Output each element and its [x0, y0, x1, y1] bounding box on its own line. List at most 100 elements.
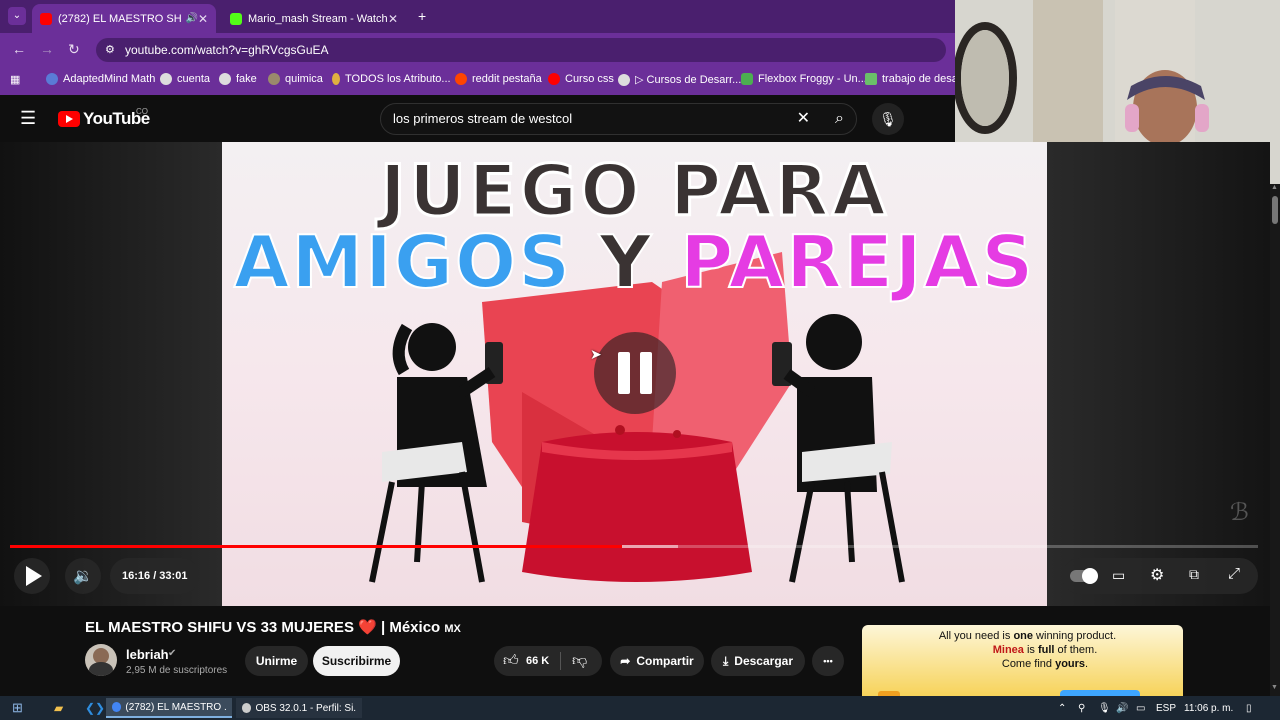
like-divider	[560, 652, 561, 670]
volume-button[interactable]: 🔉	[65, 558, 101, 594]
start-icon[interactable]: ⊞	[6, 698, 29, 718]
subtitles-icon[interactable]: ▭	[1112, 567, 1125, 584]
bookmark-item[interactable]: Flexbox Froggy - Un...	[741, 73, 867, 85]
flag-code: MX	[444, 623, 461, 635]
ad-text: All you need is	[938, 630, 1014, 642]
autoplay-toggle[interactable]	[1070, 568, 1098, 584]
video-title-text: EL MAESTRO SHIFU VS 33 MUJERES	[85, 619, 354, 636]
verified-icon: ✔	[168, 648, 177, 659]
bookmark-item[interactable]: Curso css	[548, 73, 614, 85]
voice-search-icon[interactable]: 🎙	[872, 103, 904, 135]
scroll-up-icon[interactable]: ▲	[1271, 184, 1278, 191]
search-input[interactable]: los primeros stream de westcol ✕ ⌕	[380, 103, 857, 135]
video-title-suffix: | México	[380, 619, 441, 636]
ad-line-2: Minea is full of them.	[862, 644, 1183, 656]
video-player[interactable]: JUEGO PARA AMIGOS Y PAREJAS ➤ ℬ	[0, 142, 1270, 606]
speaker-icon[interactable]: 🔊	[185, 13, 197, 24]
channel-name[interactable]: lebriah	[126, 647, 169, 662]
back-icon[interactable]: ←	[12, 41, 26, 57]
bookmark-item[interactable]: AdaptedMind Math	[46, 73, 155, 85]
bookmark-label: trabajo de desarr	[882, 73, 966, 85]
avatar[interactable]	[85, 644, 117, 676]
bookmark-label: Flexbox Froggy - Un...	[758, 73, 867, 85]
tab-list-icon[interactable]: ⌄	[8, 7, 26, 25]
bookmark-icon	[332, 73, 340, 85]
theater-mode-icon[interactable]: ⧉	[1189, 566, 1199, 583]
play-button[interactable]	[14, 558, 50, 594]
bookmark-icon	[865, 73, 877, 85]
reload-icon[interactable]: ↻	[68, 41, 80, 58]
taskbar-chrome[interactable]: (2782) EL MAESTRO ...	[106, 698, 232, 718]
ad-text: of them.	[1054, 644, 1098, 656]
bookmark-item[interactable]: reddit pestaña	[455, 73, 542, 85]
bookmark-item[interactable]: trabajo de desarr	[865, 73, 965, 85]
youtube-logo-icon[interactable]	[58, 111, 80, 127]
chrome-icon	[112, 702, 122, 712]
fullscreen-icon[interactable]: ⤢	[1228, 565, 1240, 582]
dislike-icon[interactable]: 👎︎	[572, 652, 587, 670]
close-tab-icon[interactable]: ✕	[388, 12, 398, 26]
taskbar-chrome-label: (2782) EL MAESTRO ...	[125, 701, 226, 713]
ad-banner[interactable]: All you need is one winning product. Min…	[862, 625, 1183, 698]
new-tab-button[interactable]: +	[418, 8, 426, 24]
menu-icon[interactable]: ☰	[20, 108, 36, 129]
forward-icon[interactable]: →	[40, 41, 54, 57]
browser-tab-bar: ⌄ (2782) EL MAESTRO SHIFU 🔊 ✕ Mario_mash…	[0, 0, 955, 33]
subscriber-count: 2,95 M de suscriptores	[126, 665, 228, 676]
time-display: 16:16 / 33:01	[110, 558, 200, 594]
youtube-header: ☰ YouTube CO los primeros stream de west…	[0, 95, 955, 142]
tray-network-icon[interactable]: ▭	[1130, 698, 1151, 718]
search-icon[interactable]: ⌕	[835, 104, 844, 134]
like-count[interactable]: 66 K	[526, 655, 549, 667]
bookmark-item[interactable]: cuenta	[160, 73, 210, 85]
file-explorer-icon[interactable]: ▰	[48, 698, 69, 718]
bookmark-icon	[268, 73, 280, 85]
kick-favicon-icon	[230, 12, 242, 25]
tab-kick[interactable]: Mario_mash Stream - Watch Liv ✕	[222, 4, 406, 33]
bookmark-item[interactable]: quimica	[268, 73, 323, 85]
notification-icon[interactable]: ▯	[1240, 698, 1258, 718]
bookmarks-bar: ▦ AdaptedMind Math cuenta fake quimica T…	[0, 67, 965, 95]
subscribe-button[interactable]: Suscribirme	[313, 646, 400, 676]
ad-text: Come find	[1001, 658, 1056, 670]
apps-grid-icon[interactable]: ▦	[10, 73, 20, 86]
site-info-icon[interactable]: ⚙	[105, 38, 115, 62]
youtube-favicon-icon	[40, 12, 52, 25]
scroll-thumb[interactable]	[1272, 196, 1278, 224]
tab-youtube[interactable]: (2782) EL MAESTRO SHIFU 🔊 ✕	[32, 4, 216, 33]
channel-watermark-icon[interactable]: ℬ	[1230, 498, 1249, 526]
video-meta: EL MAESTRO SHIFU VS 33 MUJERES ❤️ | Méxi…	[0, 606, 1270, 698]
page-scrollbar[interactable]: ▲ ▼	[1270, 184, 1280, 696]
download-label: Descargar	[734, 654, 794, 668]
bookmark-label: ▷ Cursos de Desarr...	[635, 74, 742, 86]
clear-search-icon[interactable]: ✕	[797, 104, 810, 134]
bookmark-label: TODOS los Atributo...	[345, 73, 451, 85]
share-button[interactable]: ➦ Compartir	[610, 646, 704, 676]
close-tab-icon[interactable]: ✕	[198, 12, 208, 26]
frog-icon	[741, 73, 753, 85]
bookmark-item[interactable]: fake	[219, 73, 257, 85]
bookmark-item[interactable]: TODOS los Atributo...	[332, 73, 451, 85]
share-label: Compartir	[636, 654, 694, 668]
bookmark-label: cuenta	[177, 73, 211, 85]
taskbar-obs[interactable]: OBS 32.0.1 - Perfil: Si...	[236, 698, 362, 718]
tab-label: (2782) EL MAESTRO SHIFU	[58, 12, 182, 25]
scroll-down-icon[interactable]: ▼	[1271, 684, 1278, 691]
tray-device-icon[interactable]: ⚲	[1072, 698, 1091, 718]
tab-label: Mario_mash Stream - Watch Liv	[248, 12, 388, 25]
played-bar	[10, 545, 622, 548]
pause-overlay-icon[interactable]	[594, 332, 676, 414]
url-field[interactable]: ⚙ youtube.com/watch?v=ghRVcgsGuEA	[96, 38, 946, 62]
join-button[interactable]: Unirme	[245, 646, 308, 676]
clock[interactable]: 11:06 p. m.	[1178, 698, 1239, 718]
video-frame[interactable]: JUEGO PARA AMIGOS Y PAREJAS ➤	[222, 142, 1047, 606]
progress-track[interactable]	[10, 545, 1258, 548]
like-icon[interactable]: 👍︎	[503, 652, 519, 670]
download-button[interactable]: ⤓ Descargar	[711, 646, 805, 676]
tray-chevron-icon[interactable]: ⌃	[1052, 698, 1072, 718]
bookmark-item[interactable]: ▷ Cursos de Desarr...	[618, 73, 741, 86]
address-bar-row: ← → ↻ ⚙ youtube.com/watch?v=ghRVcgsGuEA	[0, 33, 955, 67]
more-actions-button[interactable]: •••	[812, 646, 844, 676]
settings-icon[interactable]: ⚙	[1150, 565, 1164, 585]
mouse-cursor-icon: ➤	[590, 346, 602, 362]
